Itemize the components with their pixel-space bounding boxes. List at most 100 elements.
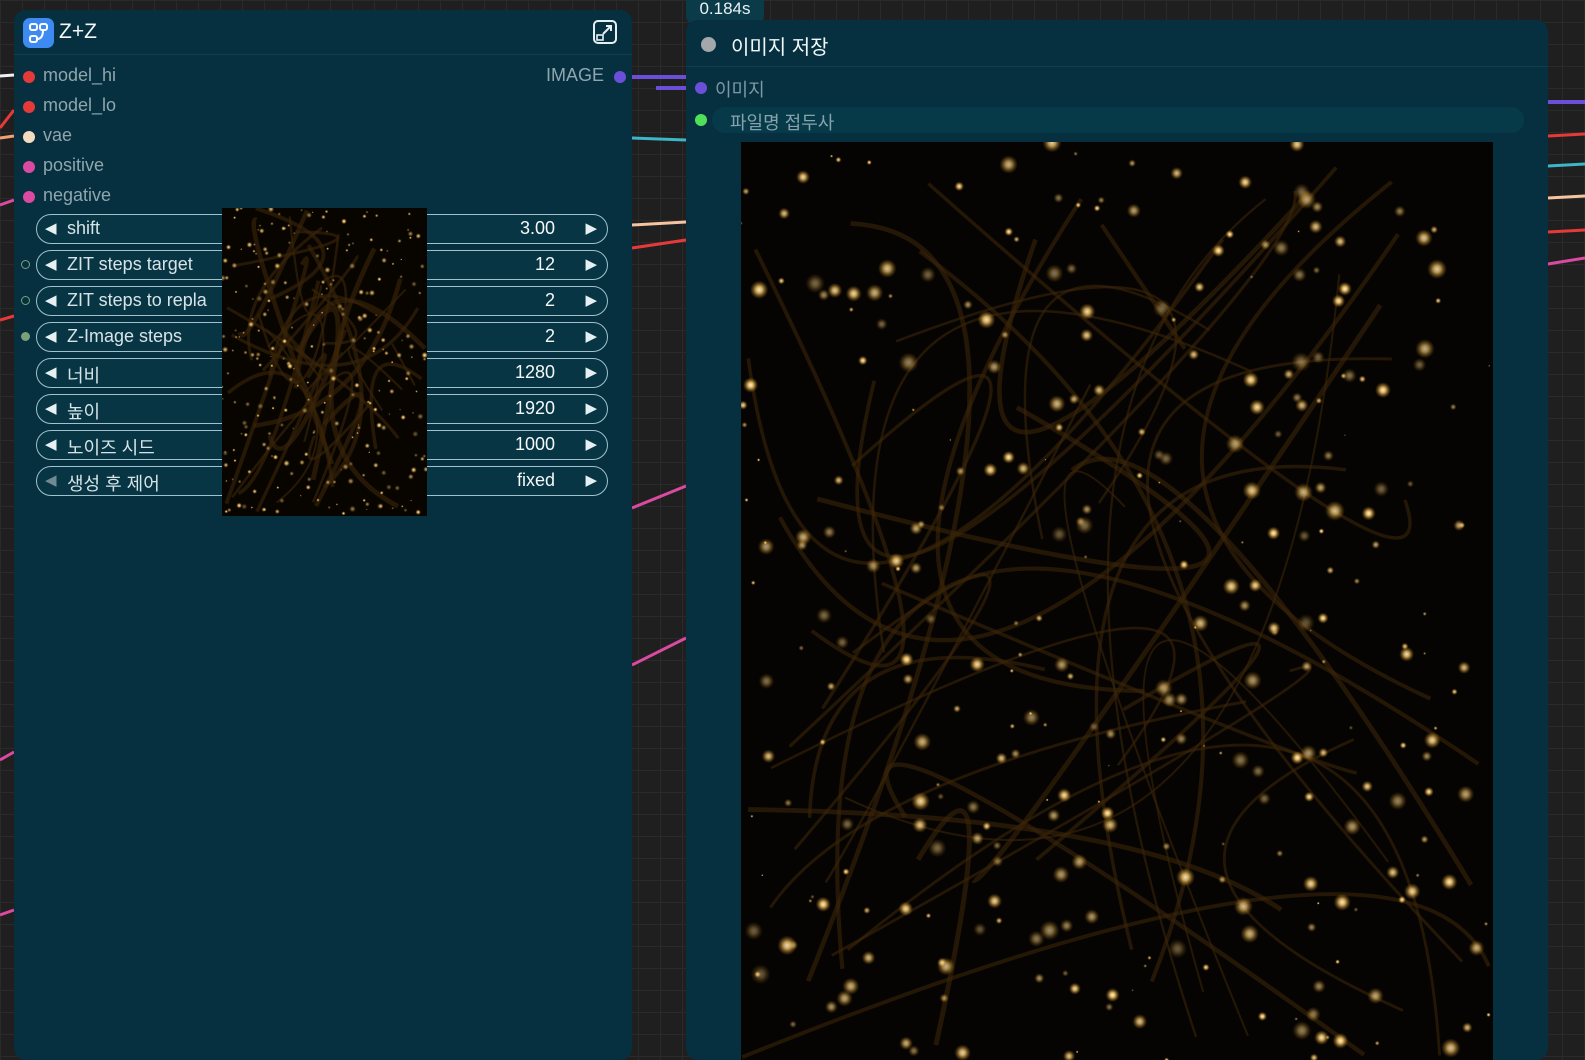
widget-value[interactable]: 3.00 [520,218,555,239]
sparkle-dot [1081,504,1093,515]
zz-node[interactable]: Z+Z model_hi model_lo vae positive negat… [14,10,632,1060]
sparkle-dot [1353,577,1361,585]
decrement-arrow-icon[interactable]: ◀ [45,327,57,345]
widget-value[interactable]: 2 [545,326,555,347]
sparkle-dot [1333,893,1351,911]
saved-image-preview[interactable] [741,142,1493,1060]
sparkle-dot [1242,481,1261,500]
input-slot-negative[interactable]: negative [14,185,314,209]
increment-arrow-icon[interactable]: ▶ [585,219,597,237]
output-slot-image[interactable]: IMAGE [464,65,632,89]
widget-input-dot[interactable] [21,332,30,341]
sparkle-dot [410,355,414,359]
sparkle-dot [1415,229,1433,247]
filename-prefix-field[interactable]: 파일명 접두사 [712,107,1524,133]
widget-value[interactable]: fixed [517,470,555,491]
sparkle-dot [312,323,315,327]
input-dot[interactable] [23,71,35,83]
increment-arrow-icon[interactable]: ▶ [585,471,597,489]
widget-input-dot[interactable] [21,296,30,305]
input-dot[interactable] [23,131,35,143]
sparkle-dot [1002,450,1016,464]
sparkle-dot [1218,875,1227,884]
increment-arrow-icon[interactable]: ▶ [585,291,597,309]
input-slot-positive[interactable]: positive [14,155,314,179]
increment-arrow-icon[interactable]: ▶ [585,255,597,273]
input-dot[interactable] [695,82,707,94]
sparkle-dot [1272,239,1290,257]
expand-icon[interactable] [592,19,618,45]
sparkle-dot [262,311,268,318]
generated-image-thumbnail[interactable] [222,208,427,516]
decrement-arrow-icon[interactable]: ◀ [45,363,57,381]
increment-arrow-icon[interactable]: ▶ [585,327,597,345]
sparkle-dot [1088,721,1100,732]
sparkle-dot [222,450,229,456]
sparkle-dot [1059,919,1074,933]
sparkle-dot [267,431,272,436]
prefix-input-dot[interactable] [695,114,707,126]
sparkle-dot [385,484,392,491]
input-dot[interactable] [23,191,35,203]
output-dot[interactable] [614,71,626,83]
input-slot-vae[interactable]: vae [14,125,314,149]
sparkle-dot [342,463,349,471]
sparkle-dot [1321,659,1327,665]
sparkle-dot [1302,875,1319,892]
widget-value[interactable]: 12 [535,254,555,275]
sparkle-dot [247,469,252,475]
sparkle-dot [1333,235,1347,248]
sparkle-dot [939,993,949,1003]
input-dot[interactable] [23,101,35,113]
input-slot-model-hi[interactable]: model_hi [14,65,314,89]
node-status-dot[interactable] [701,37,716,52]
increment-arrow-icon[interactable]: ▶ [585,363,597,381]
widget-value[interactable]: 1000 [515,434,555,455]
sparkle-dot [276,486,280,490]
sparkle-dot [233,216,237,220]
sparkle-dot [1009,668,1015,674]
widget-value[interactable]: 2 [545,290,555,311]
sparkle-dot [1435,297,1442,304]
input-dot[interactable] [23,161,35,173]
widget-input-dot[interactable] [21,260,30,269]
sparkle-dot [372,462,379,469]
sparkle-dot [404,376,409,381]
zz-node-title-bar[interactable]: Z+Z [14,10,632,55]
sparkle-dot [1243,671,1262,690]
decrement-arrow-icon[interactable]: ◀ [45,435,57,453]
sparkle-dot [243,432,249,437]
input-slot-image[interactable]: 이미지 [686,76,986,100]
sparkle-dot [1131,988,1134,992]
sparkle-dot [331,278,336,282]
sparkle-dot [391,262,395,266]
sparkle-dot [913,732,932,751]
sparkle-dot [1097,196,1105,204]
decrement-arrow-icon[interactable]: ◀ [45,291,57,309]
sparkle-dot [265,445,271,451]
sparkle-dot [270,345,276,351]
sparkle-dot [325,479,331,485]
sparkle-dot [743,377,759,393]
decrement-arrow-icon[interactable]: ◀ [45,255,57,273]
output-label: IMAGE [545,65,604,85]
widget-value[interactable]: 1920 [515,398,555,419]
input-slot-model-lo[interactable]: model_lo [14,95,314,119]
sparkle-dot [1374,1040,1380,1046]
decrement-arrow-icon[interactable]: ◀ [45,219,57,237]
sparkle-dot [394,485,401,491]
sparkle-dot [281,356,286,361]
widget-value[interactable]: 1280 [515,362,555,383]
decrement-arrow-icon[interactable]: ◀ [45,471,57,489]
sparkle-dot [1068,393,1080,405]
sparkle-dot [1294,1017,1298,1021]
sparkle-dot [1107,764,1110,767]
save-image-node[interactable]: 이미지 저장 이미지 파일명 접두사 [686,20,1548,1060]
save-node-title-bar[interactable]: 이미지 저장 [686,20,1548,67]
increment-arrow-icon[interactable]: ▶ [585,399,597,417]
sparkle-dot [808,898,813,904]
sparkle-dot [350,337,357,344]
sparkle-dot [320,311,324,314]
decrement-arrow-icon[interactable]: ◀ [45,399,57,417]
increment-arrow-icon[interactable]: ▶ [585,435,597,453]
